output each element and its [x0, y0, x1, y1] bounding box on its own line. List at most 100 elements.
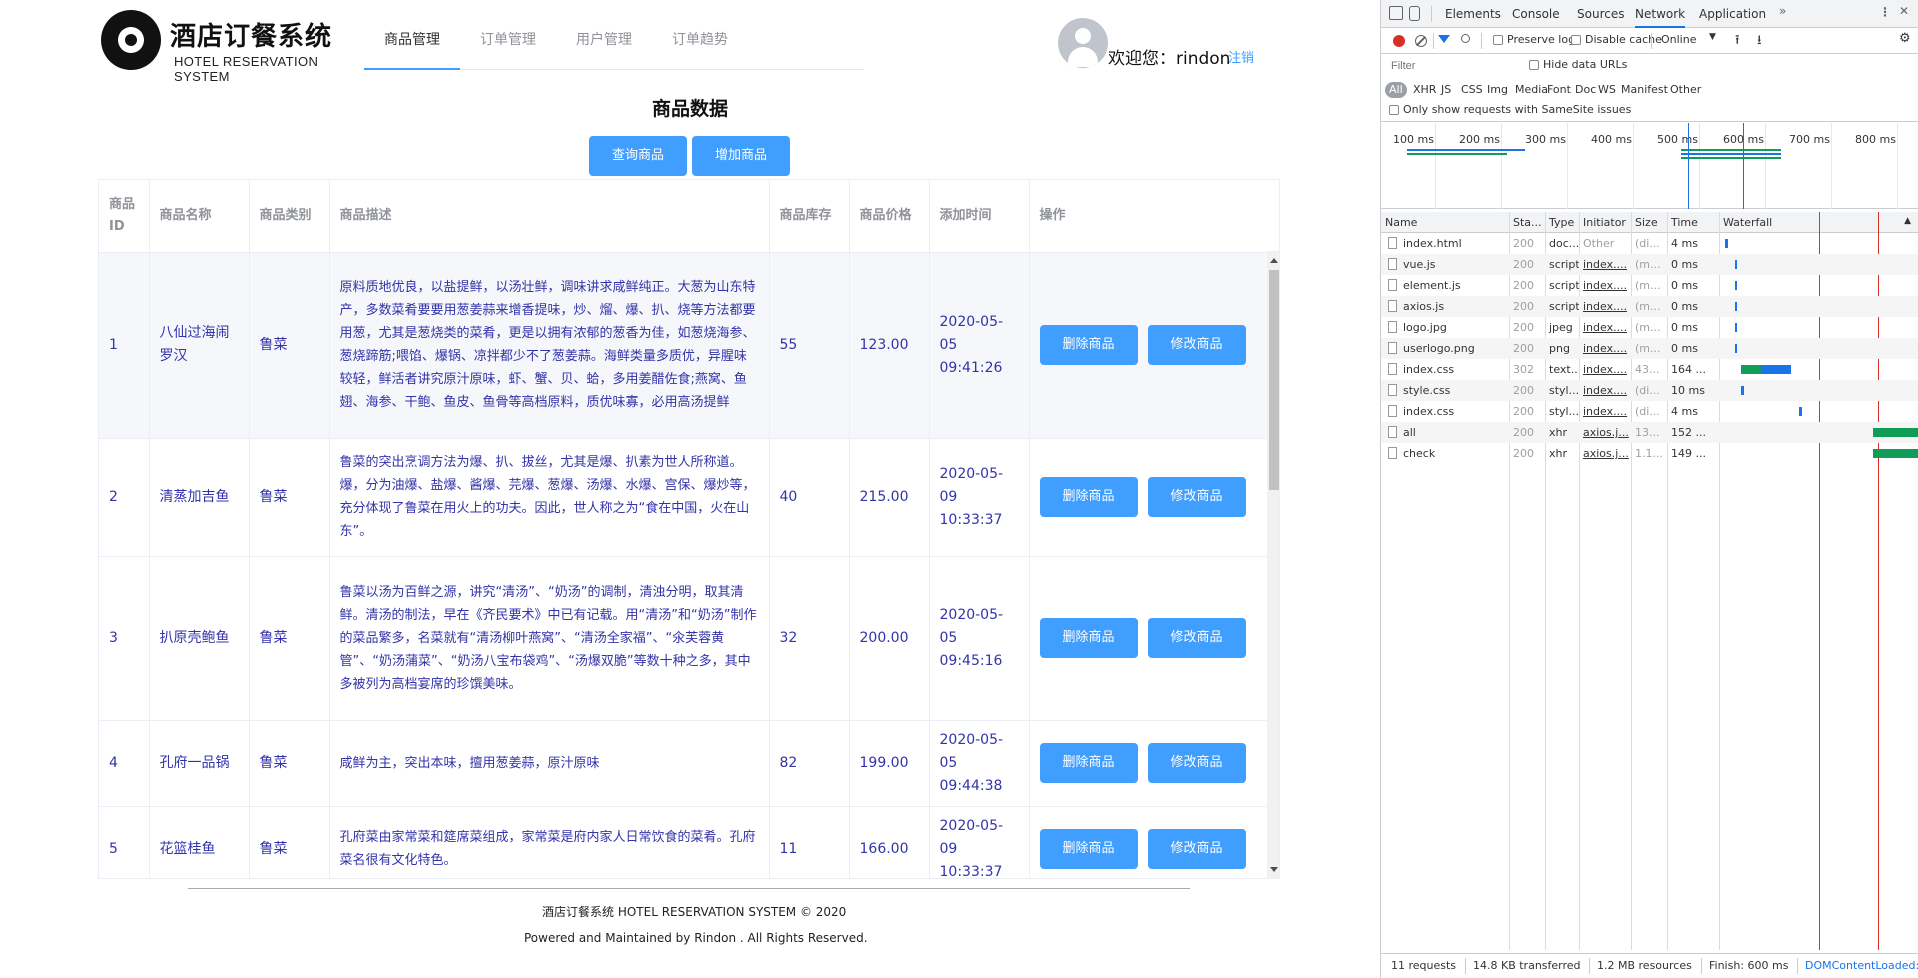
- request-row[interactable]: axios.js 200 script index.... (m... 0 ms: [1381, 296, 1918, 317]
- request-name[interactable]: index.css: [1399, 359, 1509, 380]
- request-initiator[interactable]: axios.j...: [1579, 422, 1631, 443]
- request-initiator[interactable]: axios.j...: [1579, 443, 1631, 464]
- filter-funnel-icon[interactable]: [1438, 35, 1450, 43]
- col-header-added-time[interactable]: 添加时间: [929, 180, 1030, 253]
- samesite-checkbox[interactable]: [1389, 105, 1399, 115]
- request-row[interactable]: logo.jpg 200 jpeg index.... (m... 0 ms: [1381, 317, 1918, 338]
- request-initiator[interactable]: index....: [1579, 275, 1631, 296]
- table-row[interactable]: 2 清蒸加吉鱼 鲁菜 鲁菜的突出烹调方法为爆、扒、拔丝，尤其是爆、扒素为世人所称道。爆…: [99, 438, 1268, 557]
- type-filter-ws[interactable]: WS: [1596, 82, 1618, 98]
- clear-icon[interactable]: [1415, 35, 1427, 47]
- user-avatar[interactable]: [1058, 18, 1108, 68]
- inspect-element-icon[interactable]: [1389, 6, 1403, 20]
- tab-console[interactable]: Console: [1512, 0, 1560, 28]
- nav-item-orders[interactable]: 订单管理: [460, 24, 556, 70]
- tab-elements[interactable]: Elements: [1445, 0, 1501, 28]
- edit-product-button[interactable]: 修改商品: [1147, 618, 1246, 658]
- col-header-stock[interactable]: 商品库存: [769, 180, 850, 253]
- col-time-header[interactable]: Time: [1667, 212, 1719, 233]
- delete-product-button[interactable]: 删除商品: [1039, 618, 1138, 658]
- table-scrollbar[interactable]: [1267, 252, 1279, 878]
- col-header-price[interactable]: 商品价格: [849, 180, 930, 253]
- nav-item-products[interactable]: 商品管理: [364, 24, 460, 70]
- request-row[interactable]: index.css 302 text... index.... 43... 164 ...: [1381, 359, 1918, 380]
- tab-sources[interactable]: Sources: [1577, 0, 1624, 28]
- request-name[interactable]: logo.jpg: [1399, 317, 1509, 338]
- request-row[interactable]: index.css 200 styl... index.... (di... 4 ms: [1381, 401, 1918, 422]
- request-row[interactable]: vue.js 200 script index.... (m... 0 ms: [1381, 254, 1918, 275]
- col-initiator-header[interactable]: Initiator: [1579, 212, 1631, 233]
- tab-network[interactable]: Network: [1635, 0, 1686, 28]
- type-filter-xhr[interactable]: XHR: [1411, 82, 1438, 98]
- col-header-id[interactable]: 商品ID: [99, 180, 150, 253]
- edit-product-button[interactable]: 修改商品: [1147, 829, 1246, 869]
- filter-input[interactable]: [1387, 57, 1515, 75]
- request-initiator[interactable]: index....: [1579, 359, 1631, 380]
- tab-application[interactable]: Application: [1699, 0, 1766, 28]
- type-filter-all[interactable]: All: [1385, 82, 1407, 98]
- col-header-name[interactable]: 商品名称: [149, 180, 250, 253]
- request-initiator[interactable]: index....: [1579, 254, 1631, 275]
- request-name[interactable]: index.html: [1399, 233, 1509, 254]
- record-icon[interactable]: [1393, 35, 1405, 47]
- col-header-category[interactable]: 商品类别: [249, 180, 330, 253]
- scroll-down-arrow-icon[interactable]: [1270, 867, 1278, 872]
- type-filter-doc[interactable]: Doc: [1573, 82, 1598, 98]
- delete-product-button[interactable]: 删除商品: [1039, 325, 1138, 365]
- throttle-select[interactable]: Online: [1661, 33, 1696, 46]
- type-filter-manifest[interactable]: Manifest: [1619, 82, 1670, 98]
- request-initiator[interactable]: index....: [1579, 317, 1631, 338]
- export-har-icon[interactable]: ⭳: [1757, 31, 1762, 53]
- type-filter-font[interactable]: Font: [1545, 82, 1573, 98]
- request-name[interactable]: all: [1399, 422, 1509, 443]
- col-header-description[interactable]: 商品描述: [329, 180, 770, 253]
- col-type-header[interactable]: Type: [1545, 212, 1579, 233]
- close-devtools-icon[interactable]: ✕: [1899, 4, 1909, 18]
- edit-product-button[interactable]: 修改商品: [1147, 477, 1246, 517]
- col-size-header[interactable]: Size: [1631, 212, 1667, 233]
- request-name[interactable]: element.js: [1399, 275, 1509, 296]
- delete-product-button[interactable]: 删除商品: [1039, 829, 1138, 869]
- device-toolbar-icon[interactable]: [1409, 6, 1420, 21]
- type-filter-other[interactable]: Other: [1668, 82, 1703, 98]
- request-name[interactable]: check: [1399, 443, 1509, 464]
- request-initiator[interactable]: index....: [1579, 401, 1631, 422]
- add-product-button[interactable]: 增加商品: [692, 136, 790, 176]
- request-row[interactable]: all 200 xhr axios.j... 13... 152 ...: [1381, 422, 1918, 443]
- type-filter-img[interactable]: Img: [1485, 82, 1510, 98]
- kebab-menu-icon[interactable]: ⋮: [1879, 5, 1891, 19]
- request-row[interactable]: element.js 200 script index.... (m... 0 ms: [1381, 275, 1918, 296]
- disable-cache-checkbox[interactable]: [1571, 35, 1581, 45]
- request-row[interactable]: index.html 200 doc... Other (di... 4 ms: [1381, 233, 1918, 254]
- delete-product-button[interactable]: 删除商品: [1039, 477, 1138, 517]
- request-initiator[interactable]: index....: [1579, 296, 1631, 317]
- logo[interactable]: 酒店订餐系统 HOTEL RESERVATION SYSTEM: [98, 8, 368, 84]
- search-icon[interactable]: [1461, 34, 1470, 43]
- scroll-thumb[interactable]: [1269, 270, 1279, 490]
- request-row[interactable]: check 200 xhr axios.j... 1.1... 149 ...: [1381, 443, 1918, 464]
- request-row[interactable]: style.css 200 styl... index.... (di... 10 ms: [1381, 380, 1918, 401]
- request-row[interactable]: userlogo.png 200 png index.... (m... 0 ms: [1381, 338, 1918, 359]
- table-row[interactable]: 1 八仙过海闹罗汉 鲁菜 原料质地优良，以盐提鲜，以汤壮鲜，调味讲求咸鲜纯正。大葱为山…: [99, 252, 1268, 439]
- nav-item-order-trends[interactable]: 订单趋势: [652, 24, 748, 70]
- type-filter-css[interactable]: CSS: [1459, 82, 1485, 98]
- edit-product-button[interactable]: 修改商品: [1147, 743, 1246, 783]
- more-tabs-icon[interactable]: »: [1779, 4, 1786, 18]
- col-status-header[interactable]: Sta...: [1509, 212, 1545, 233]
- request-initiator[interactable]: index....: [1579, 338, 1631, 359]
- hide-data-urls-checkbox[interactable]: [1529, 60, 1539, 70]
- sort-caret-icon[interactable]: ▲: [1904, 216, 1911, 226]
- request-name[interactable]: vue.js: [1399, 254, 1509, 275]
- request-name[interactable]: userlogo.png: [1399, 338, 1509, 359]
- request-initiator[interactable]: index....: [1579, 380, 1631, 401]
- col-name-header[interactable]: Name: [1381, 212, 1509, 233]
- request-initiator[interactable]: Other: [1579, 233, 1631, 254]
- settings-gear-icon[interactable]: ⚙: [1899, 31, 1911, 46]
- scroll-up-arrow-icon[interactable]: [1270, 258, 1278, 263]
- logout-link[interactable]: 注销: [1228, 47, 1254, 66]
- nav-item-users[interactable]: 用户管理: [556, 24, 652, 70]
- preserve-log-checkbox[interactable]: [1493, 35, 1503, 45]
- request-name[interactable]: axios.js: [1399, 296, 1509, 317]
- type-filter-js[interactable]: JS: [1439, 82, 1453, 98]
- table-row[interactable]: 3 扒原壳鲍鱼 鲁菜 鲁菜以汤为百鲜之源，讲究“清汤”、“奶汤”的调制，清浊分明，取其…: [99, 556, 1268, 721]
